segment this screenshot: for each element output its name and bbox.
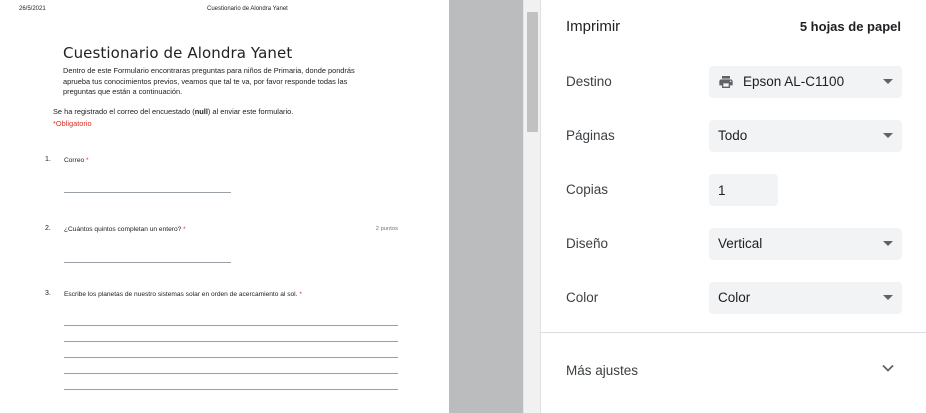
email-note-null: null <box>194 107 208 116</box>
scrollbar-thumb[interactable] <box>527 12 538 132</box>
description-line: aprueba tus conocimientos previos, veamo… <box>63 76 348 86</box>
description-line: preguntas que están a continuación. <box>63 87 183 96</box>
question-number: 1. <box>45 156 51 163</box>
destination-select[interactable]: Epson AL-C1100 <box>709 66 902 98</box>
layout-label: Diseño <box>566 236 609 251</box>
more-settings-label: Más ajustes <box>566 363 639 378</box>
preview-page: 26/5/2021 Cuestionario de Alondra Yanet … <box>0 0 449 413</box>
dropdown-caret-icon <box>883 79 893 84</box>
print-settings-panel: Imprimir 5 hojas de papel Destino Epson … <box>540 0 926 413</box>
page-header: 26/5/2021 Cuestionario de Alondra Yanet <box>0 6 449 18</box>
description-line: Dentro de este Formulario encontraras pr… <box>63 66 355 75</box>
question-text: ¿Cuántos quintos completan un entero? * <box>64 226 186 233</box>
question-number: 3. <box>45 290 51 297</box>
more-settings-toggle[interactable]: Más ajustes <box>541 333 926 413</box>
question-label: ¿Cuántos quintos completan un entero? <box>64 226 182 233</box>
question-number: 2. <box>45 225 51 232</box>
question-points: 2 puntos <box>375 226 398 232</box>
answer-line <box>64 262 231 263</box>
required-asterisk: * <box>299 291 302 298</box>
panel-title: Imprimir <box>566 18 621 35</box>
copies-input[interactable] <box>709 174 778 206</box>
pages-value: Todo <box>718 128 748 143</box>
answer-line <box>64 325 398 326</box>
question-text: Escribe los planetas de nuestro sistemas… <box>64 291 302 298</box>
required-asterisk: * <box>86 157 89 164</box>
question-label: Correo <box>64 157 85 164</box>
pages-label: Páginas <box>566 128 615 143</box>
dropdown-caret-icon <box>883 295 893 300</box>
answer-line <box>64 192 231 193</box>
color-select[interactable]: Color <box>709 282 902 314</box>
preview-scrollbar[interactable] <box>523 0 540 413</box>
color-label: Color <box>566 290 599 305</box>
print-preview-area: 26/5/2021 Cuestionario de Alondra Yanet … <box>0 0 523 413</box>
destination-label: Destino <box>566 74 612 89</box>
pages-select[interactable]: Todo <box>709 120 902 152</box>
required-asterisk: * <box>183 226 186 233</box>
chevron-down-icon <box>882 364 894 372</box>
layout-value: Vertical <box>718 236 763 251</box>
dropdown-caret-icon <box>883 133 893 138</box>
dropdown-caret-icon <box>883 241 893 246</box>
answer-line <box>64 389 398 390</box>
answer-line <box>64 373 398 374</box>
answer-line <box>64 341 398 342</box>
email-note-text-end: ) al enviar este formulario. <box>207 107 294 116</box>
destination-value: Epson AL-C1100 <box>743 74 845 89</box>
email-note-text: Se ha registrado el correo del encuestad… <box>53 107 195 116</box>
header-title: Cuestionario de Alondra Yanet <box>207 6 288 12</box>
printer-icon <box>719 76 733 88</box>
answer-line <box>64 357 398 358</box>
question-label: Escribe los planetas de nuestro sistemas… <box>64 291 298 298</box>
question-text: Correo * <box>64 157 89 164</box>
layout-select[interactable]: Vertical <box>709 228 902 260</box>
email-note: Se ha registrado el correo del encuestad… <box>53 107 293 116</box>
form-description: Dentro de este Formulario encontraras pr… <box>63 66 393 98</box>
form-title: Cuestionario de Alondra Yanet <box>63 44 293 62</box>
color-value: Color <box>718 290 751 305</box>
sheet-count: 5 hojas de papel <box>799 19 901 34</box>
header-date: 26/5/2021 <box>19 6 46 12</box>
required-note: *Obligatorio <box>53 119 92 128</box>
copies-label: Copias <box>566 182 609 197</box>
